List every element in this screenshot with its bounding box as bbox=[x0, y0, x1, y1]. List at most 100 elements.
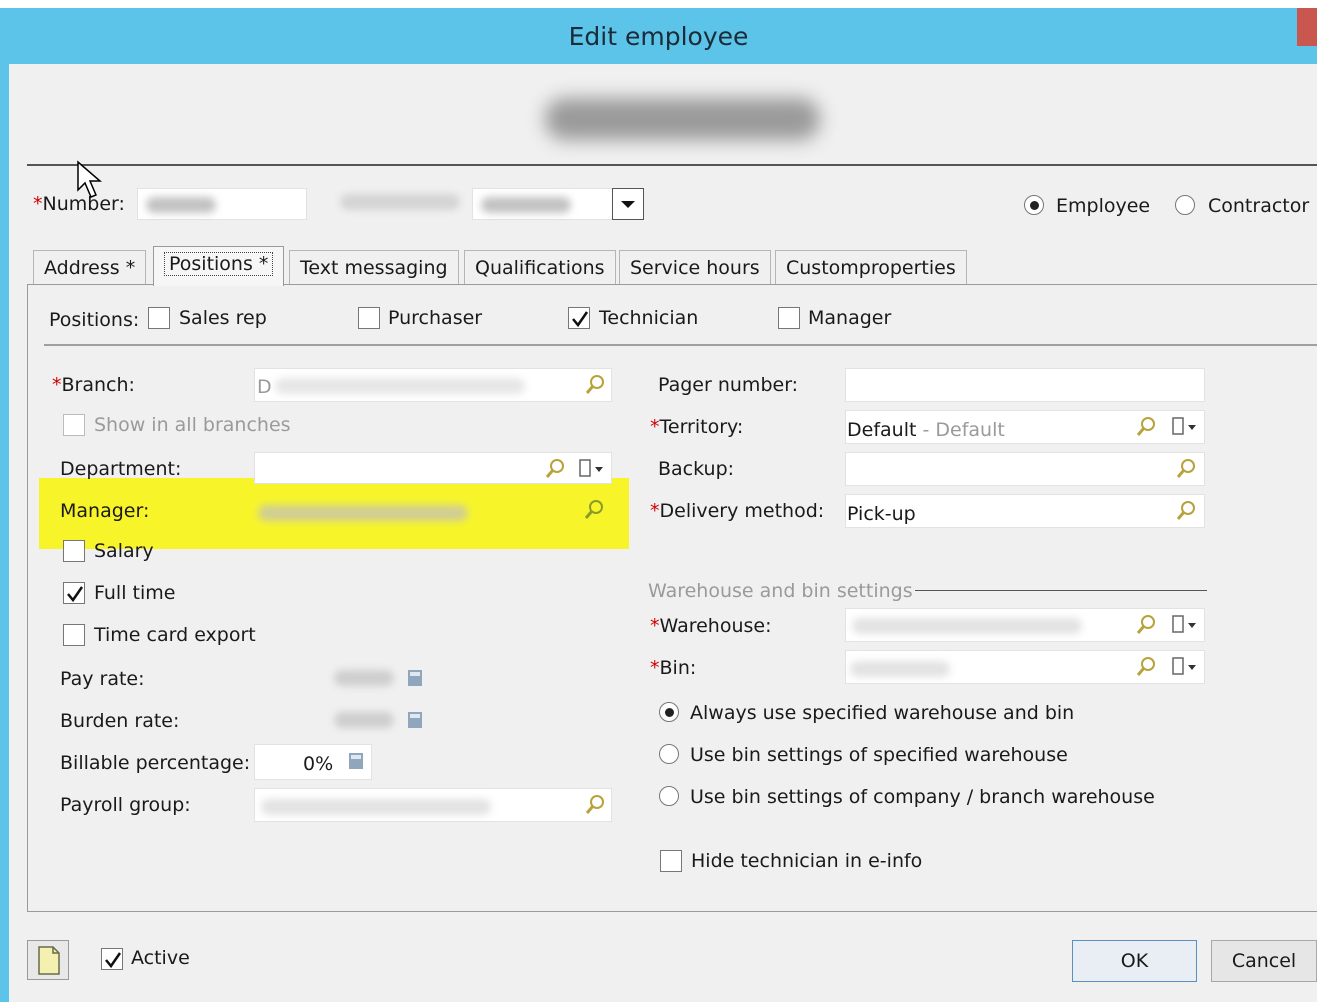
manager-position-label: Manager bbox=[808, 307, 892, 329]
payroll-group-label: Payroll group: bbox=[60, 794, 191, 816]
calculator-icon[interactable] bbox=[347, 751, 365, 771]
manager-position-checkbox[interactable] bbox=[778, 307, 800, 329]
show-in-all-branches-checkbox[interactable] bbox=[63, 414, 85, 436]
close-button[interactable] bbox=[1297, 8, 1317, 46]
delivery-method-value: Pick-up bbox=[847, 503, 916, 525]
document-dropdown-icon[interactable] bbox=[1170, 656, 1198, 678]
calculator-icon[interactable] bbox=[406, 668, 424, 688]
tab-positions[interactable]: Positions * bbox=[153, 246, 285, 286]
bin-option-company-warehouse-radio[interactable] bbox=[659, 786, 679, 806]
search-icon[interactable] bbox=[584, 499, 604, 521]
search-icon[interactable] bbox=[1136, 656, 1156, 678]
manager-field[interactable] bbox=[254, 494, 612, 528]
document-dropdown-icon[interactable] bbox=[577, 458, 605, 480]
sales-rep-checkbox[interactable] bbox=[148, 307, 170, 329]
backup-label: Backup: bbox=[658, 458, 735, 480]
salary-label: Salary bbox=[94, 540, 154, 562]
cancel-button[interactable]: Cancel bbox=[1211, 940, 1317, 982]
bin-option-specified-warehouse-label: Use bin settings of specified warehouse bbox=[690, 744, 1068, 766]
department-field[interactable] bbox=[254, 452, 612, 484]
search-icon[interactable] bbox=[1136, 614, 1156, 636]
calculator-icon[interactable] bbox=[406, 710, 424, 730]
checkmark-icon bbox=[105, 952, 122, 969]
search-icon[interactable] bbox=[1136, 416, 1156, 438]
show-in-all-branches-label: Show in all branches bbox=[94, 414, 291, 436]
ok-button[interactable]: OK bbox=[1072, 940, 1197, 982]
search-icon[interactable] bbox=[585, 794, 605, 816]
bin-label: *Bin: bbox=[650, 657, 697, 679]
pager-number-label: Pager number: bbox=[658, 374, 799, 396]
warehouse-section-divider bbox=[915, 590, 1207, 591]
title-bar: Edit employee bbox=[0, 8, 1317, 64]
pay-rate-field[interactable] bbox=[254, 660, 432, 696]
tab-custom-properties[interactable]: Customproperties bbox=[775, 250, 967, 284]
branch-value: D bbox=[257, 376, 272, 398]
number-dropdown-button[interactable] bbox=[612, 188, 644, 220]
billable-percentage-value: 0% bbox=[303, 753, 334, 775]
search-icon[interactable] bbox=[1176, 500, 1196, 522]
branch-label: *Branch: bbox=[52, 374, 135, 396]
pager-number-field[interactable] bbox=[845, 368, 1205, 402]
burden-rate-field[interactable] bbox=[254, 702, 432, 738]
warehouse-field[interactable] bbox=[845, 608, 1205, 642]
manager-label: Manager: bbox=[60, 500, 150, 522]
bin-option-always-radio[interactable] bbox=[659, 702, 679, 722]
full-time-checkbox[interactable] bbox=[63, 582, 85, 604]
time-card-export-checkbox[interactable] bbox=[63, 624, 85, 646]
chevron-down-icon bbox=[621, 201, 635, 208]
tab-qualifications[interactable]: Qualifications bbox=[464, 250, 616, 284]
full-time-label: Full time bbox=[94, 582, 176, 604]
window-title: Edit employee bbox=[568, 22, 749, 51]
territory-label: *Territory: bbox=[650, 416, 744, 438]
tab-address[interactable]: Address * bbox=[33, 250, 147, 284]
document-dropdown-icon[interactable] bbox=[1170, 614, 1198, 636]
bin-option-always-label: Always use specified warehouse and bin bbox=[690, 702, 1075, 724]
salary-checkbox[interactable] bbox=[63, 540, 85, 562]
time-card-export-label: Time card export bbox=[94, 624, 256, 646]
territory-field[interactable]: Default - Default bbox=[845, 410, 1205, 444]
hide-technician-label: Hide technician in e-info bbox=[691, 850, 923, 872]
billable-percentage-field[interactable]: 0% bbox=[254, 744, 372, 780]
payroll-group-field[interactable] bbox=[254, 788, 612, 822]
tab-service-hours[interactable]: Service hours bbox=[619, 250, 771, 284]
technician-label: Technician bbox=[599, 307, 699, 329]
document-dropdown-icon[interactable] bbox=[1170, 416, 1198, 438]
search-icon[interactable] bbox=[545, 458, 565, 480]
notes-button[interactable] bbox=[27, 940, 69, 980]
sales-rep-label: Sales rep bbox=[179, 307, 267, 329]
header-divider bbox=[27, 164, 1317, 166]
warehouse-section-title: Warehouse and bin settings bbox=[648, 580, 913, 602]
number-field[interactable] bbox=[137, 188, 307, 220]
hide-technician-checkbox[interactable] bbox=[660, 850, 682, 872]
warehouse-label: *Warehouse: bbox=[650, 615, 772, 637]
search-name-field[interactable] bbox=[472, 188, 614, 220]
checkmark-icon bbox=[67, 586, 84, 603]
positions-label: Positions: bbox=[49, 309, 140, 331]
employee-radio[interactable] bbox=[1024, 195, 1044, 215]
active-label: Active bbox=[131, 947, 190, 969]
delivery-method-label: *Delivery method: bbox=[650, 500, 825, 522]
purchaser-checkbox[interactable] bbox=[358, 307, 380, 329]
pay-rate-label: Pay rate: bbox=[60, 668, 145, 690]
contractor-radio-label: Contractor bbox=[1208, 195, 1310, 217]
purchaser-label: Purchaser bbox=[388, 307, 483, 329]
checkmark-icon bbox=[572, 311, 589, 328]
department-label: Department: bbox=[60, 458, 182, 480]
delivery-method-field[interactable]: Pick-up bbox=[845, 494, 1205, 528]
billable-percentage-label: Billable percentage: bbox=[60, 752, 251, 774]
search-icon[interactable] bbox=[585, 374, 605, 396]
employee-radio-label: Employee bbox=[1056, 195, 1151, 217]
contractor-radio[interactable] bbox=[1175, 195, 1195, 215]
tab-text-messaging[interactable]: Text messaging bbox=[289, 250, 459, 284]
backup-field[interactable] bbox=[845, 452, 1205, 486]
bin-field[interactable] bbox=[845, 650, 1205, 684]
bin-option-company-warehouse-label: Use bin settings of company / branch war… bbox=[690, 786, 1155, 808]
employee-name-redacted bbox=[545, 98, 820, 140]
bin-option-specified-warehouse-radio[interactable] bbox=[659, 744, 679, 764]
active-checkbox[interactable] bbox=[101, 948, 123, 970]
positions-divider bbox=[44, 344, 1317, 346]
branch-field[interactable]: D bbox=[254, 368, 612, 402]
technician-checkbox[interactable] bbox=[568, 307, 590, 329]
search-icon[interactable] bbox=[1176, 458, 1196, 480]
territory-value: Default - Default bbox=[847, 419, 1005, 441]
